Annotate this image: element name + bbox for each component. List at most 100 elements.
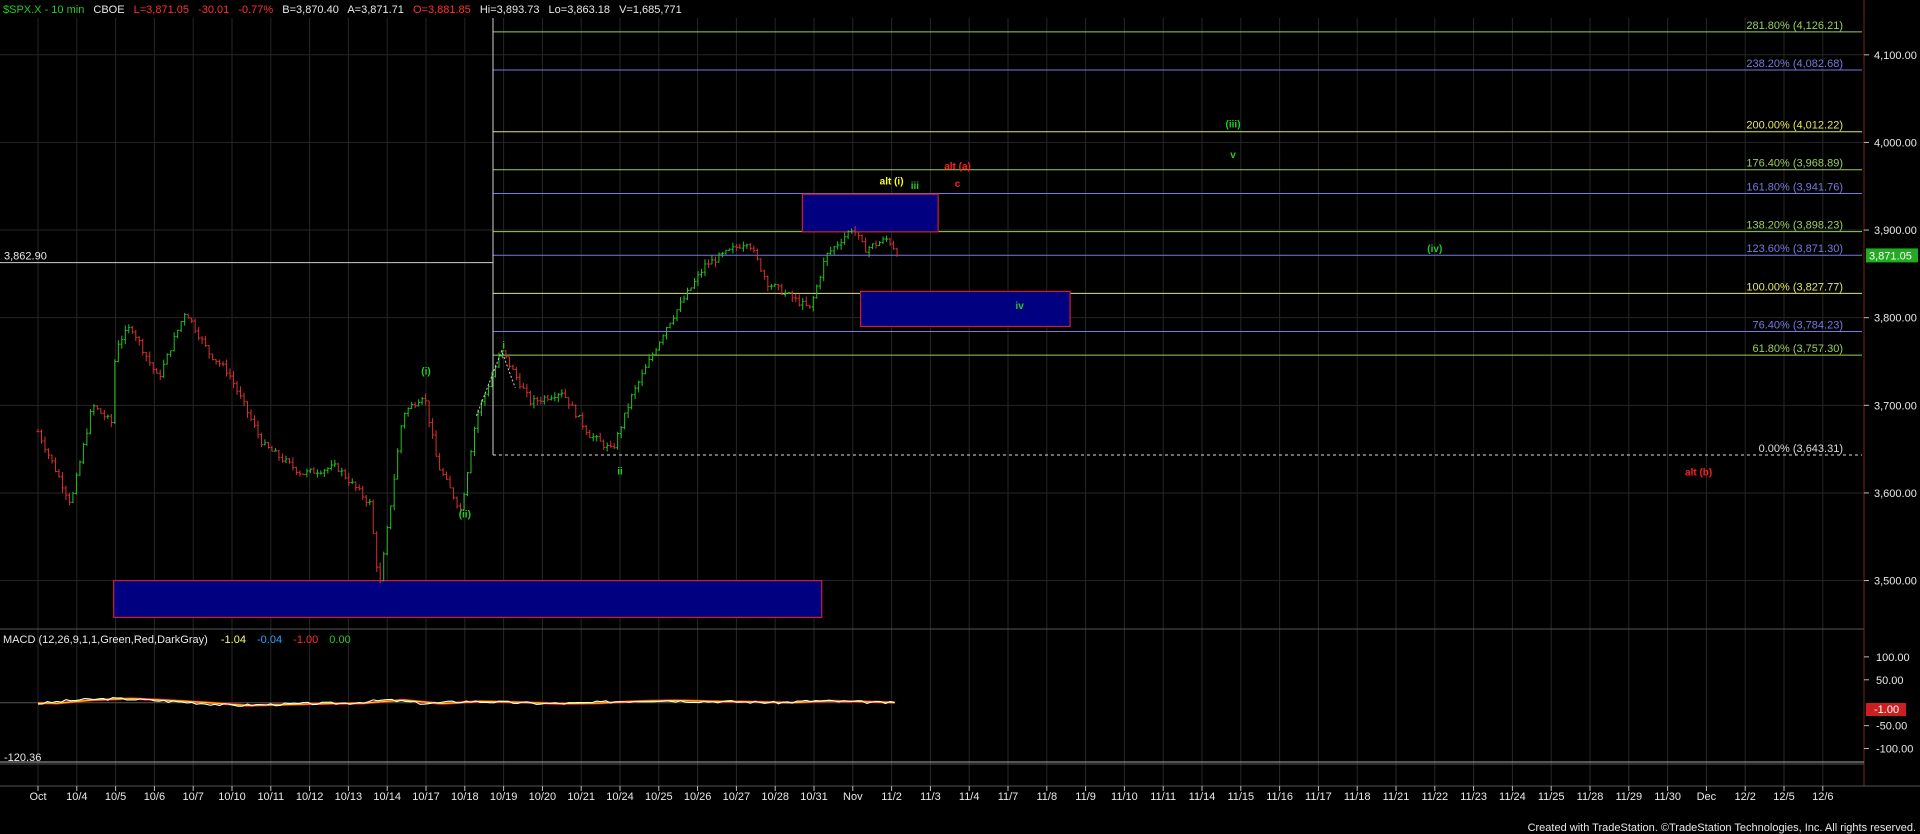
wave-label: (iii): [1226, 120, 1241, 131]
macd-axis-tick-label: -100.00: [1876, 744, 1913, 756]
date-axis-tick-label: 11/22: [1421, 791, 1448, 803]
macd-last-tag-text: -1.00: [1874, 704, 1899, 716]
date-axis-tick-label: 10/17: [412, 791, 440, 803]
high-price: Hi=3,893.73: [480, 4, 540, 16]
macd-axis-tick-label: 100.00: [1876, 652, 1910, 664]
date-axis-tick-label: 10/13: [335, 791, 363, 803]
bid-price: B=3,870.40: [282, 4, 339, 16]
date-axis-tick-label: 11/3: [920, 791, 941, 803]
macd-min-label: -120.36: [4, 752, 41, 764]
chart-background: [0, 0, 1920, 834]
date-axis-tick-label: 11/10: [1111, 791, 1138, 803]
date-axis-tick-label: 11/25: [1538, 791, 1565, 803]
fib-level-label: 161.80% (3,941.76): [1746, 181, 1843, 193]
price-axis-tick-label: 4,000.00: [1874, 137, 1917, 149]
date-axis-tick-label: 11/29: [1615, 791, 1642, 803]
date-axis-tick-label: 10/26: [684, 791, 712, 803]
price-axis-tick-label: 3,900.00: [1874, 225, 1917, 237]
fib-level-label: 176.40% (3,968.89): [1746, 158, 1843, 170]
exchange-label: CBOE: [93, 4, 124, 16]
date-axis-tick-label: 11/23: [1460, 791, 1487, 803]
date-axis-tick-label: 11/17: [1305, 791, 1332, 803]
percent-change: -0.77%: [238, 4, 273, 16]
price-axis-tick-label: 3,700.00: [1874, 400, 1917, 412]
date-axis-tick-label: 10/18: [451, 791, 479, 803]
date-axis-tick-label: 10/6: [144, 791, 165, 803]
fib-level-label: 100.00% (3,827.77): [1746, 281, 1843, 293]
date-axis-tick-label: 11/18: [1344, 791, 1371, 803]
wave-label: v: [1230, 150, 1236, 161]
fib-level-label: 138.20% (3,898.23): [1746, 220, 1843, 232]
macd-value-2: -0.04: [257, 634, 282, 646]
price-axis-tick-label: 4,100.00: [1874, 50, 1917, 62]
net-change: -30.01: [198, 4, 229, 16]
date-axis-tick-label: 12/5: [1773, 791, 1794, 803]
volume: V=1,685,771: [619, 4, 682, 16]
fib-level-label: 123.60% (3,871.30): [1746, 243, 1843, 255]
date-axis-tick-label: 11/8: [1037, 791, 1058, 803]
date-axis-tick-label: 10/27: [723, 791, 751, 803]
date-axis-tick-label: 10/5: [105, 791, 126, 803]
macd-value-3: -1.00: [293, 634, 318, 646]
price-chart: 281.80% (4,126.21) 238.20% (4,082.68) 200.…: [0, 0, 1920, 834]
wave-label: i: [502, 340, 505, 351]
macd-title: MACD (12,26,9,1,1,Green,Red,DarkGray): [3, 634, 208, 646]
date-axis-tick-label: 10/12: [296, 791, 324, 803]
wave-label: iii: [911, 181, 920, 192]
date-axis-tick-label: 11/2: [881, 791, 902, 803]
macd-value-1: -1.04: [221, 634, 246, 646]
price-axis-tick-label: 3,800.00: [1874, 313, 1917, 325]
last-price: L=3,871.05: [134, 4, 189, 16]
date-axis-tick-label: 10/19: [490, 791, 518, 803]
last-price-tag-text: 3,871.05: [1869, 250, 1912, 262]
macd-header: MACD (12,26,9,1,1,Green,Red,DarkGray) -1…: [3, 634, 351, 646]
wave-label: alt (b): [1685, 467, 1712, 478]
fib-level-label: 200.00% (4,012.22): [1746, 120, 1843, 132]
price-axis-tick-label: 3,600.00: [1874, 488, 1917, 500]
date-axis-tick-label: 10/10: [218, 791, 246, 803]
wave-label: alt (a): [944, 162, 971, 173]
date-axis-tick-label: 10/21: [567, 791, 595, 803]
date-axis-tick-label: 10/25: [645, 791, 673, 803]
date-axis-tick-label: 11/16: [1266, 791, 1293, 803]
date-axis-tick-label: 10/28: [761, 791, 789, 803]
fib-level-label: 61.80% (3,757.30): [1752, 343, 1843, 355]
wave-iv-box: [859, 290, 1071, 328]
wave-label: c: [955, 179, 961, 190]
date-axis-tick-label: 10/7: [182, 791, 203, 803]
wave-label: (iv): [1427, 244, 1442, 255]
symbol-label: $SPX.X - 10 min: [3, 4, 84, 16]
wave-label: ii: [617, 467, 623, 478]
date-axis-tick-label: 10/4: [66, 791, 87, 803]
date-axis-tick-label: 10/14: [373, 791, 401, 803]
date-axis-tick-label: 12/2: [1734, 791, 1755, 803]
date-axis-tick-label: 12/6: [1812, 791, 1833, 803]
wave-label: (i): [421, 367, 430, 378]
lower-box: [113, 579, 823, 618]
wave-label: alt (i): [880, 176, 904, 187]
date-axis-tick-label: 10/20: [529, 791, 557, 803]
date-axis-tick-label: Dec: [1697, 791, 1717, 803]
fib-level-label: 76.40% (3,784.23): [1752, 320, 1843, 332]
fib-level-label: 281.80% (4,126.21): [1746, 20, 1843, 32]
open-price: O=3,881.85: [413, 4, 471, 16]
date-axis-tick-label: 11/14: [1189, 791, 1216, 803]
last-price-tag: 3,871.05: [1866, 248, 1918, 262]
macd-axis-tick-label: -50.00: [1876, 721, 1907, 733]
reference-level-label: 3,862.90: [4, 251, 47, 263]
macd-axis-tick-label: 50.00: [1876, 675, 1904, 687]
date-axis-tick-label: 11/30: [1654, 791, 1681, 803]
wave-label: (ii): [459, 509, 471, 520]
ask-price: A=3,871.71: [347, 4, 404, 16]
date-axis-tick-label: Oct: [29, 791, 46, 803]
wave-iii-box: [801, 193, 939, 233]
date-axis-tick-label: Nov: [843, 791, 863, 803]
macd-value-4: 0.00: [329, 634, 350, 646]
footer-credit: Created with TradeStation. ©TradeStation…: [1528, 822, 1916, 834]
date-axis-tick-label: 10/31: [800, 791, 828, 803]
date-axis-tick-label: 10/11: [257, 791, 284, 803]
date-axis-tick-label: 11/28: [1577, 791, 1604, 803]
date-axis-tick-label: 11/4: [959, 791, 980, 803]
date-axis-tick-label: 11/7: [998, 791, 1019, 803]
fib-level-label: 0.00% (3,643.31): [1759, 443, 1843, 455]
